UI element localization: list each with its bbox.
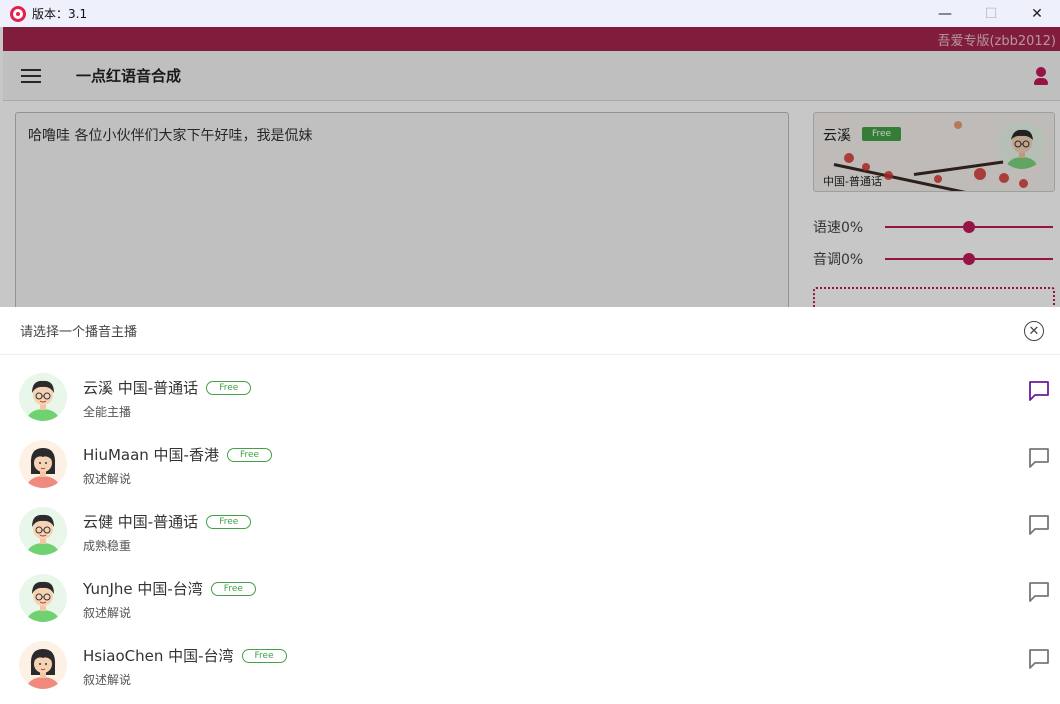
chat-bubble-icon[interactable] bbox=[1028, 514, 1050, 536]
voice-name: 云溪 中国-普通话 bbox=[83, 379, 199, 397]
sheet-title: 请选择一个播音主播 bbox=[20, 325, 138, 340]
voice-description: 叙述解说 bbox=[83, 472, 132, 486]
voice-avatar bbox=[19, 574, 67, 622]
minimize-button[interactable]: — bbox=[922, 0, 968, 27]
voice-title-row: HiuMaan 中国-香港 Free bbox=[83, 444, 273, 465]
maximize-button[interactable]: ☐ bbox=[968, 0, 1014, 27]
chat-bubble-icon[interactable] bbox=[1028, 447, 1050, 469]
chat-bubble-icon[interactable] bbox=[1028, 648, 1050, 670]
voice-title-row: HsiaoChen 中国-台湾 Free bbox=[83, 645, 287, 666]
voice-description: 成熟稳重 bbox=[83, 539, 132, 553]
voice-list-item[interactable]: 云健 中国-普通话 Free 成熟稳重 bbox=[0, 499, 1060, 566]
voice-name: HiuMaan 中国-香港 bbox=[83, 446, 219, 464]
voice-title-row: 云溪 中国-普通话 Free bbox=[83, 377, 252, 398]
window-titlebar: 版本：3.1 — ☐ ✕ bbox=[0, 0, 1060, 27]
close-icon[interactable]: ✕ bbox=[1024, 321, 1044, 341]
voice-picker-sheet: 请选择一个播音主播 ✕ 云溪 中国-普通话 Free 全能主播 HiuMaan 中国-… bbox=[0, 307, 1060, 704]
voice-list: 云溪 中国-普通话 Free 全能主播 HiuMaan 中国-香港 Free 叙述解说 云健… bbox=[0, 365, 1060, 700]
voice-list-item[interactable]: HsiaoChen 中国-台湾 Free 叙述解说 bbox=[0, 633, 1060, 700]
window-close-button[interactable]: ✕ bbox=[1014, 0, 1060, 27]
voice-name: YunJhe 中国-台湾 bbox=[83, 580, 203, 598]
voice-avatar bbox=[19, 440, 67, 488]
modal-backdrop[interactable] bbox=[0, 27, 1060, 307]
sheet-header: 请选择一个播音主播 ✕ bbox=[0, 307, 1060, 355]
voice-list-item[interactable]: HiuMaan 中国-香港 Free 叙述解说 bbox=[0, 432, 1060, 499]
voice-title-row: YunJhe 中国-台湾 Free bbox=[83, 578, 256, 599]
chat-bubble-icon[interactable] bbox=[1028, 380, 1050, 402]
app-logo-icon bbox=[10, 5, 26, 22]
voice-list-item[interactable]: 云溪 中国-普通话 Free 全能主播 bbox=[0, 365, 1060, 432]
window-controls: — ☐ ✕ bbox=[922, 0, 1060, 27]
voice-title-row: 云健 中国-普通话 Free bbox=[83, 511, 252, 532]
voice-list-item[interactable]: YunJhe 中国-台湾 Free 叙述解说 bbox=[0, 566, 1060, 633]
window-title: 版本：3.1 bbox=[32, 7, 88, 21]
voice-name: HsiaoChen 中国-台湾 bbox=[83, 647, 234, 665]
free-badge: Free bbox=[226, 447, 273, 462]
voice-name: 云健 中国-普通话 bbox=[83, 513, 199, 531]
free-badge: Free bbox=[210, 581, 256, 596]
chat-bubble-icon[interactable] bbox=[1028, 581, 1050, 603]
voice-avatar bbox=[19, 507, 67, 555]
voice-description: 全能主播 bbox=[83, 405, 132, 419]
free-badge: Free bbox=[241, 648, 287, 663]
voice-description: 叙述解说 bbox=[83, 673, 132, 687]
voice-description: 叙述解说 bbox=[83, 606, 132, 620]
voice-avatar bbox=[19, 373, 67, 421]
free-badge: Free bbox=[206, 380, 252, 395]
voice-avatar bbox=[19, 641, 67, 689]
free-badge: Free bbox=[206, 514, 252, 529]
